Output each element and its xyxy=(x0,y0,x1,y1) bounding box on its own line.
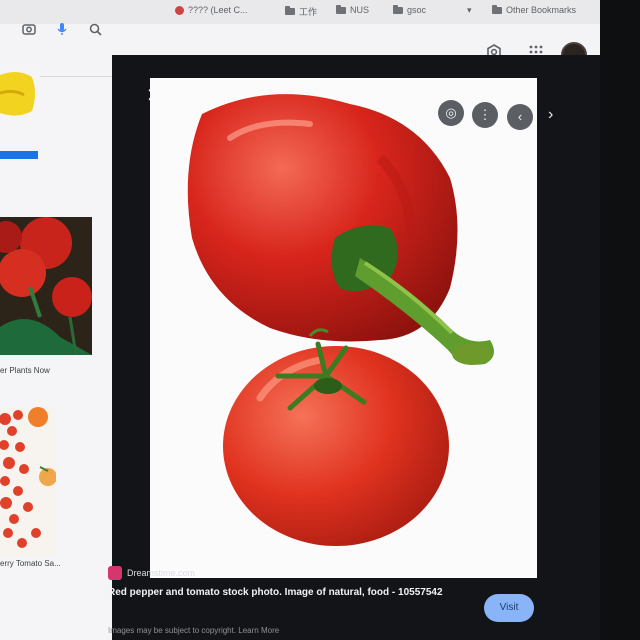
bookmarks-bar: ???? (Leet C... 工作 NUS gsoc ▾ Other Book… xyxy=(0,0,600,24)
preview-image[interactable] xyxy=(150,78,537,578)
result-thumbnail-yellow-pepper[interactable] xyxy=(0,63,40,133)
chevron-down-icon: ▾ xyxy=(467,5,472,15)
folder-icon xyxy=(492,4,502,14)
other-bookmarks-label: Other Bookmarks xyxy=(506,5,577,15)
search-icon[interactable] xyxy=(89,23,102,36)
result-caption[interactable]: erry Tomato Sa... xyxy=(0,559,61,568)
bookmark-folder[interactable]: 工作 xyxy=(285,5,317,18)
camera-icon[interactable] xyxy=(22,22,36,36)
image-source[interactable]: Dreamstime.com xyxy=(108,566,195,580)
result-caption[interactable]: er Plants Now xyxy=(0,366,50,375)
lens-icon[interactable]: ◎ xyxy=(438,100,464,126)
visit-button[interactable]: Visit xyxy=(484,594,534,622)
result-thumbnail-cherry-tomatoes[interactable] xyxy=(0,407,56,555)
copyright-disclaimer: Images may be subject to copyright. Lear… xyxy=(108,626,280,635)
bookmark-folder[interactable]: gsoc xyxy=(393,4,427,15)
image-title[interactable]: Red pepper and tomato stock photo. Image… xyxy=(108,586,478,600)
bookmark-label: gsoc xyxy=(407,5,427,15)
other-bookmarks[interactable]: Other Bookmarks xyxy=(492,4,577,15)
more-icon[interactable]: ⋮ xyxy=(472,102,498,128)
folder-icon xyxy=(393,4,403,14)
bookmark-label: ???? (Leet C... xyxy=(188,5,248,15)
bookmark-favicon-icon xyxy=(175,5,184,15)
bookmark-item[interactable]: ???? (Leet C... xyxy=(175,5,248,15)
bookmark-folder[interactable]: NUS xyxy=(336,4,370,15)
bookmark-label: 工作 xyxy=(299,7,318,17)
bookmarks-overflow-button[interactable]: ▾ xyxy=(467,5,472,16)
bookmark-label: NUS xyxy=(350,5,370,15)
result-thumbnail-tomato-plant[interactable] xyxy=(0,217,92,355)
source-name: Dreamstime.com xyxy=(127,568,196,578)
result-badge xyxy=(0,151,38,159)
folder-icon xyxy=(285,6,295,15)
monitor-bezel xyxy=(600,0,640,640)
dreamstime-logo-icon xyxy=(108,566,122,580)
pepper-tomato-photo xyxy=(150,78,537,578)
prev-icon[interactable]: ‹ xyxy=(507,104,533,130)
next-icon[interactable]: › xyxy=(548,106,553,124)
folder-icon xyxy=(336,4,346,14)
mic-icon[interactable] xyxy=(56,22,68,36)
image-results-column: er Plants Now erry Tomato Sa... xyxy=(0,63,112,640)
